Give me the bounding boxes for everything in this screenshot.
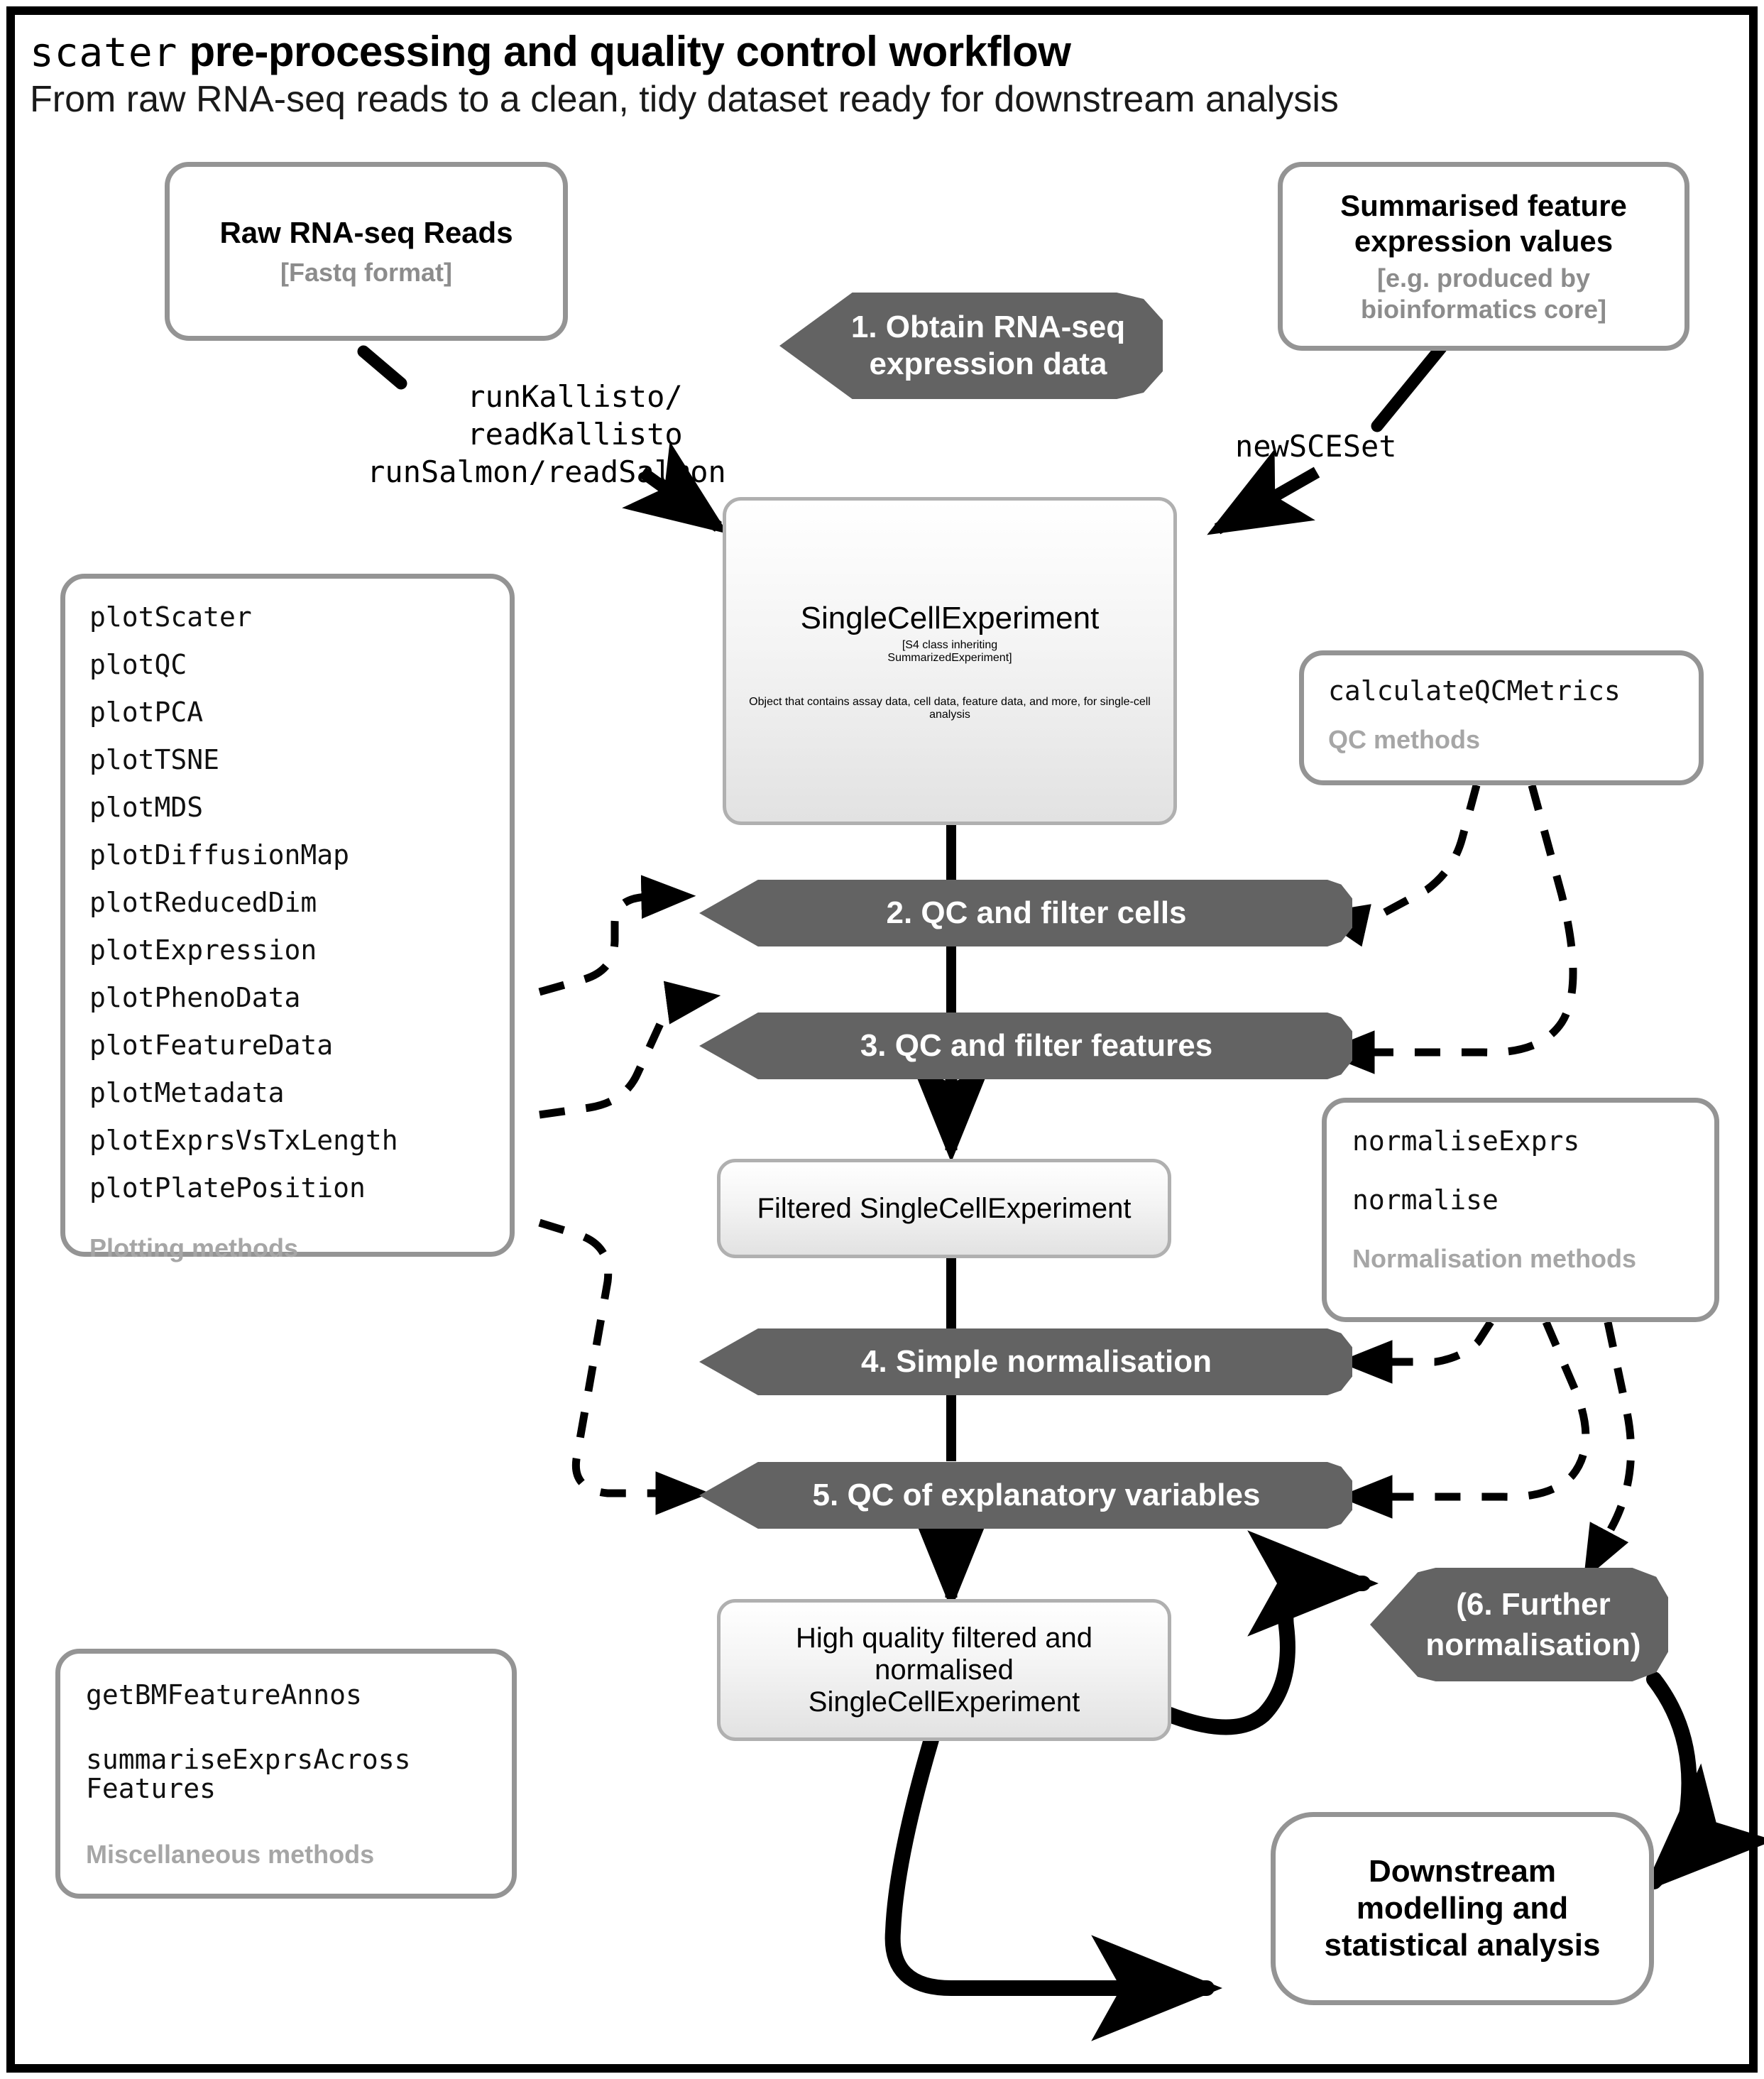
dashed-plotting-to-step5 xyxy=(538,1218,711,1515)
plotting-caption: Plotting methods xyxy=(89,1233,298,1263)
step-5-qc-explanatory-variables[interactable]: 5. QC of explanatory variables xyxy=(699,1462,1352,1529)
edge-label-salmon-line3: runSalmon/readSalmon xyxy=(367,454,726,489)
step3-label: 3. QC and filter features xyxy=(860,1028,1213,1063)
plot-method-7: plotExpression xyxy=(89,934,317,966)
filtered-sce-heading: Filtered SingleCellExperiment xyxy=(757,1192,1132,1224)
misc-method-1: summariseExprsAcross xyxy=(86,1744,411,1776)
plot-method-1: plotQC xyxy=(89,649,187,681)
step-2-qc-filter-cells[interactable]: 2. QC and filter cells xyxy=(699,880,1352,946)
plot-method-3: plotTSNE xyxy=(89,744,220,776)
node-raw-rna-seq-reads[interactable]: Raw RNA-seq Reads [Fastq format] xyxy=(165,162,568,341)
sce-heading: SingleCellExperiment xyxy=(800,601,1100,635)
step2-label: 2. QC and filter cells xyxy=(886,895,1187,930)
step-4-simple-normalisation[interactable]: 4. Simple normalisation xyxy=(699,1328,1352,1395)
sce-body: Object that contains assay data, cell da… xyxy=(749,696,1151,721)
method-box-normalisation[interactable]: normaliseExprs normalise Normalisation m… xyxy=(1322,1098,1719,1322)
dashed-norm-to-step5 xyxy=(1337,1320,1590,1519)
node-single-cell-experiment[interactable]: SingleCellExperiment [S4 class inheritin… xyxy=(723,497,1177,825)
page-title: scater pre-processing and quality contro… xyxy=(30,27,1592,76)
hq-sce-line2: normalised xyxy=(875,1654,1014,1686)
plot-method-11: plotExprsVsTxLength xyxy=(89,1125,398,1157)
step4-label: 4. Simple normalisation xyxy=(861,1344,1212,1379)
plot-method-12: plotPlatePosition xyxy=(89,1172,366,1204)
method-box-qc[interactable]: calculateQCMetrics QC methods xyxy=(1299,650,1704,785)
step1-line2: expression data xyxy=(869,346,1107,381)
step-3-qc-filter-features[interactable]: 3. QC and filter features xyxy=(699,1013,1352,1079)
page-subtitle: From raw RNA-seq reads to a clean, tidy … xyxy=(30,79,1339,120)
qc-caption: QC methods xyxy=(1328,725,1481,755)
norm-method-1: normalise xyxy=(1352,1184,1499,1216)
node-summarised-feature-expression[interactable]: Summarised feature expression values [e.… xyxy=(1278,162,1689,351)
dashed-qc-to-step3 xyxy=(1320,784,1577,1074)
step1-line1: 1. Obtain RNA-seq xyxy=(850,310,1126,345)
dashed-norm-to-step6 xyxy=(1583,1321,1636,1581)
edge-label-new-sceset: newSCESet xyxy=(1235,429,1397,464)
summarised-heading-line1: Summarised feature xyxy=(1340,189,1627,223)
page-title-rest: pre-processing and quality control workf… xyxy=(177,28,1071,75)
dashed-plotting-to-step2 xyxy=(538,875,696,996)
misc-method-2: Features xyxy=(86,1773,217,1805)
summarised-sub-line2: bioinformatics core] xyxy=(1360,294,1607,324)
method-box-plotting[interactable]: plotScater plotQC plotPCA plotTSNE plotM… xyxy=(60,574,515,1262)
workflow-diagram: scater pre-processing and quality contro… xyxy=(0,0,1764,2079)
page-title-package: scater xyxy=(30,30,178,76)
plot-method-8: plotPhenoData xyxy=(89,982,301,1014)
step6-line1: (6. Further xyxy=(1456,1586,1611,1622)
node-high-quality-sce[interactable]: High quality filtered and normalised Sin… xyxy=(717,1599,1171,1741)
plot-method-2: plotPCA xyxy=(89,697,204,729)
plot-method-10: plotMetadata xyxy=(89,1077,285,1109)
downstream-line1: Downstream xyxy=(1368,1854,1557,1889)
arrow-hq-to-downstream xyxy=(884,1732,1222,2041)
downstream-line2: modelling and xyxy=(1356,1891,1569,1926)
dashed-norm-to-step4 xyxy=(1337,1320,1494,1384)
plot-method-9: plotFeatureData xyxy=(89,1030,334,1062)
plot-method-0: plotScater xyxy=(89,601,252,633)
summarised-sub-line1: [e.g. produced by xyxy=(1376,263,1591,293)
sce-sub-line1: [S4 class inheriting xyxy=(902,639,998,651)
misc-method-0: getBMFeatureAnnos xyxy=(86,1679,362,1710)
miscellaneous-caption: Miscellaneous methods xyxy=(86,1840,375,1870)
node-filtered-single-cell-experiment[interactable]: Filtered SingleCellExperiment xyxy=(717,1159,1171,1258)
step6-line2: normalisation) xyxy=(1425,1627,1641,1662)
node-downstream-modelling[interactable]: Downstream modelling and statistical ana… xyxy=(1271,1812,1654,2005)
plot-method-5: plotDiffusionMap xyxy=(89,839,350,871)
plot-method-4: plotMDS xyxy=(89,792,204,824)
qc-method-0: calculateQCMetrics xyxy=(1328,675,1621,706)
edge-label-kallisto-line2: readKallisto xyxy=(467,417,683,452)
step-1-obtain-rna-seq-data[interactable]: 1. Obtain RNA-seq expression data xyxy=(779,293,1163,399)
sce-sub-line2: SummarizedExperiment] xyxy=(887,652,1012,664)
summarised-heading-line2: expression values xyxy=(1354,224,1614,258)
method-box-miscellaneous[interactable]: getBMFeatureAnnos summariseExprsAcross F… xyxy=(55,1649,517,1899)
normalisation-caption: Normalisation methods xyxy=(1352,1244,1637,1274)
plot-method-6: plotReducedDim xyxy=(89,887,317,919)
step-6-further-normalisation[interactable]: (6. Further normalisation) xyxy=(1370,1568,1668,1681)
hq-sce-line1: High quality filtered and xyxy=(795,1622,1093,1654)
hq-sce-line3: SingleCellExperiment xyxy=(808,1686,1080,1718)
arrow-step6-to-downstream xyxy=(1643,1671,1764,1893)
arrow-hq-to-step6 xyxy=(1162,1530,1379,1735)
step5-label: 5. QC of explanatory variables xyxy=(812,1478,1261,1512)
raw-reads-subtext: [Fastq format] xyxy=(280,258,452,288)
downstream-line3: statistical analysis xyxy=(1324,1927,1601,1963)
norm-method-0: normaliseExprs xyxy=(1352,1125,1580,1157)
raw-reads-heading: Raw RNA-seq Reads xyxy=(219,215,513,249)
edge-label-kallisto-line1: runKallisto/ xyxy=(467,379,683,414)
dashed-plotting-to-step3 xyxy=(539,981,721,1119)
